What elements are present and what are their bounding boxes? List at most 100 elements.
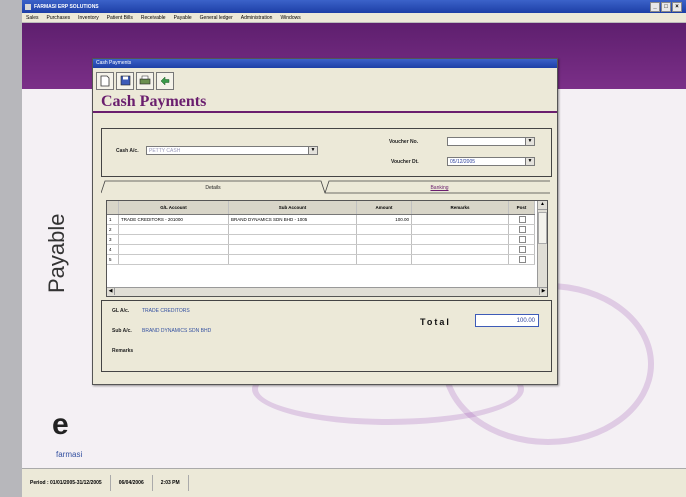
col-amount[interactable]: Amount <box>357 201 412 214</box>
post-checkbox[interactable] <box>509 215 535 224</box>
minimize-button[interactable]: _ <box>650 2 660 12</box>
scroll-up-icon[interactable]: ▲ <box>538 201 547 210</box>
chevron-down-icon[interactable]: ▼ <box>308 147 317 154</box>
voucher-dt-label: Voucher Dt. <box>391 159 419 165</box>
row-no: 5 <box>107 255 119 264</box>
maximize-button[interactable]: □ <box>661 2 671 12</box>
sub-account-cell[interactable] <box>229 235 357 244</box>
post-checkbox[interactable] <box>509 235 535 244</box>
tab-details[interactable]: Details <box>105 182 321 194</box>
window-controls: _ □ × <box>650 2 682 12</box>
menu-sales[interactable]: Sales <box>26 15 39 21</box>
row-no: 1 <box>107 215 119 224</box>
sub-account-cell[interactable] <box>229 225 357 234</box>
status-bar: Period : 01/01/2005-31/12/2005 06/04/200… <box>22 468 686 497</box>
menu-inventory[interactable]: Inventory <box>78 15 99 21</box>
chevron-down-icon[interactable]: ▼ <box>525 138 534 145</box>
amount-cell[interactable] <box>357 235 412 244</box>
gl-ac-label: GL A/c. <box>112 308 130 314</box>
col-sub-account[interactable]: Sub Account <box>229 201 357 214</box>
row-no: 3 <box>107 235 119 244</box>
brand-name: farmasi <box>56 450 83 459</box>
status-period: Period : 01/01/2005-31/12/2005 <box>22 475 111 491</box>
menu-windows[interactable]: Windows <box>280 15 300 21</box>
table-row[interactable]: 2 <box>107 225 535 235</box>
status-date: 06/04/2006 <box>111 475 153 491</box>
remarks-cell[interactable] <box>412 245 509 254</box>
col-row-no <box>107 201 119 214</box>
gl-account-cell[interactable]: TRADE CREDITORS - 201000 <box>119 215 229 224</box>
col-gl-account[interactable]: G/L Account <box>119 201 229 214</box>
gl-account-cell[interactable] <box>119 235 229 244</box>
menu-bar: Sales Purchases Inventory Patient Bills … <box>22 13 686 23</box>
col-post[interactable]: Post <box>509 201 535 214</box>
app-titlebar: FARMASI ERP SOLUTIONS _ □ × <box>22 0 686 13</box>
post-checkbox[interactable] <box>509 245 535 254</box>
amount-cell[interactable] <box>357 225 412 234</box>
voucher-no-select[interactable]: ▼ <box>447 137 535 146</box>
amount-cell[interactable] <box>357 245 412 254</box>
amount-cell[interactable]: 100.00 <box>357 215 412 224</box>
cash-ac-select[interactable]: PETTY CASH ▼ <box>146 146 318 155</box>
menu-patient-bills[interactable]: Patient Bills <box>107 15 133 21</box>
remarks-cell[interactable] <box>412 255 509 264</box>
voucher-no-label: Voucher No. <box>389 139 419 145</box>
col-remarks[interactable]: Remarks <box>412 201 509 214</box>
new-document-icon[interactable] <box>96 71 114 90</box>
sub-account-cell[interactable] <box>229 255 357 264</box>
grid-header-row: G/L Account Sub Account Amount Remarks P… <box>107 201 535 215</box>
sub-ac-value: BRAND DYNAMICS SDN BHD <box>142 328 212 334</box>
gl-account-cell[interactable] <box>119 255 229 264</box>
close-button[interactable]: × <box>672 2 682 12</box>
tab-strip: Details Banking <box>101 180 550 194</box>
sub-account-cell[interactable]: BRAND DYNAMICS SDN BHD - 1005 <box>229 215 357 224</box>
sub-account-cell[interactable] <box>229 245 357 254</box>
table-row[interactable]: 4 <box>107 245 535 255</box>
exit-icon[interactable] <box>156 71 174 90</box>
table-row[interactable]: 5 <box>107 255 535 265</box>
post-checkbox[interactable] <box>509 225 535 234</box>
grid-horizontal-scrollbar[interactable]: ◀ ▶ <box>107 287 547 296</box>
remarks-cell[interactable] <box>412 225 509 234</box>
tab-banking[interactable]: Banking <box>329 182 550 194</box>
row-no: 4 <box>107 245 119 254</box>
voucher-dt-value: 05/12/2005 <box>450 159 476 165</box>
gl-account-cell[interactable] <box>119 225 229 234</box>
cash-ac-value: PETTY CASH <box>149 148 181 154</box>
dialog-title: Cash Payments <box>93 59 557 68</box>
summary-panel: GL A/c. TRADE CREDITORS Sub A/c. BRAND D… <box>101 300 552 372</box>
menu-payable[interactable]: Payable <box>174 15 192 21</box>
grid-vertical-scrollbar[interactable]: ▲ <box>537 201 547 287</box>
menu-receivable[interactable]: Receivable <box>141 15 166 21</box>
scroll-thumb[interactable] <box>538 212 547 244</box>
page-title: Cash Payments <box>93 93 557 113</box>
cash-payments-dialog: Cash Payments Cash Payments Cash A/c. PE… <box>92 58 558 385</box>
cash-ac-label: Cash A/c. <box>116 148 139 154</box>
module-side-label: Payable <box>44 213 69 293</box>
remarks-cell[interactable] <box>412 235 509 244</box>
amount-cell[interactable] <box>357 255 412 264</box>
menu-purchases[interactable]: Purchases <box>47 15 71 21</box>
scroll-left-icon[interactable]: ◀ <box>107 288 115 295</box>
table-row[interactable]: 1 TRADE CREDITORS - 201000 BRAND DYNAMIC… <box>107 215 535 225</box>
remarks-cell[interactable] <box>412 215 509 224</box>
app-icon <box>25 3 31 10</box>
voucher-date-picker[interactable]: 05/12/2005 ▼ <box>447 157 535 166</box>
app-title: FARMASI ERP SOLUTIONS <box>34 3 99 10</box>
scroll-right-icon[interactable]: ▶ <box>539 288 547 295</box>
total-amount-field: 100.00 <box>475 314 539 327</box>
chevron-down-icon[interactable]: ▼ <box>525 158 534 165</box>
print-icon[interactable] <box>136 71 154 90</box>
gl-account-cell[interactable] <box>119 245 229 254</box>
menu-administration[interactable]: Administration <box>241 15 273 21</box>
total-label: Total <box>420 317 451 327</box>
remarks-label: Remarks <box>112 348 134 354</box>
menu-general-ledger[interactable]: General ledger <box>200 15 233 21</box>
table-row[interactable]: 3 <box>107 235 535 245</box>
post-checkbox[interactable] <box>509 255 535 264</box>
status-time: 2:03 PM <box>153 475 189 491</box>
save-icon[interactable] <box>116 71 134 90</box>
app-window: FARMASI ERP SOLUTIONS _ □ × Sales Purcha… <box>22 0 686 497</box>
row-no: 2 <box>107 225 119 234</box>
payment-lines-grid: G/L Account Sub Account Amount Remarks P… <box>106 200 548 297</box>
